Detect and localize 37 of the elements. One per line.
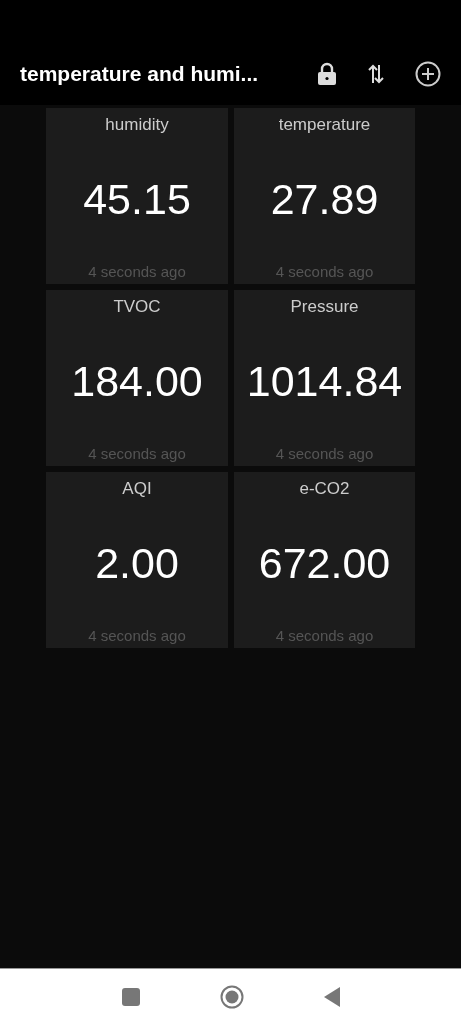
sensor-tile[interactable]: temperature 27.89 4 seconds ago bbox=[234, 108, 415, 284]
home-icon bbox=[219, 984, 244, 1009]
update-time: 4 seconds ago bbox=[88, 262, 186, 280]
tile-value: 1014.84 bbox=[246, 355, 403, 407]
tile-label: temperature bbox=[278, 115, 371, 134]
tile-label: Pressure bbox=[290, 297, 359, 316]
update-time: 4 seconds ago bbox=[275, 262, 374, 280]
sensor-tile[interactable]: e-CO2 672.00 4 seconds ago bbox=[234, 472, 415, 648]
update-time: 4 seconds ago bbox=[88, 444, 186, 462]
app-title: temperature and humi... bbox=[20, 61, 260, 88]
add-icon bbox=[415, 61, 441, 87]
lock-icon bbox=[317, 62, 337, 86]
sensor-tile[interactable]: Pressure 1014.84 4 seconds ago bbox=[234, 290, 415, 466]
square-icon bbox=[121, 987, 140, 1006]
back-icon bbox=[323, 986, 340, 1007]
add-button[interactable] bbox=[415, 61, 441, 87]
tile-value: 672.00 bbox=[258, 537, 391, 589]
sensor-tile[interactable]: TVOC 184.00 4 seconds ago bbox=[46, 290, 228, 466]
tile-label: humidity bbox=[105, 115, 169, 134]
tile-label: e-CO2 bbox=[299, 479, 350, 498]
tile-value: 184.00 bbox=[71, 355, 203, 407]
lock-button[interactable] bbox=[317, 62, 337, 86]
tile-value: 45.15 bbox=[83, 173, 191, 225]
sort-button[interactable] bbox=[367, 63, 385, 85]
tile-value: 27.89 bbox=[270, 173, 379, 225]
update-time: 4 seconds ago bbox=[275, 626, 374, 644]
update-time: 4 seconds ago bbox=[88, 626, 186, 644]
tile-value: 2.00 bbox=[95, 537, 179, 589]
recents-button[interactable] bbox=[121, 987, 140, 1006]
tile-label: AQI bbox=[122, 479, 152, 498]
tile-label: TVOC bbox=[113, 297, 161, 316]
update-time: 4 seconds ago bbox=[275, 444, 374, 462]
sensor-tile[interactable]: AQI 2.00 4 seconds ago bbox=[46, 472, 228, 648]
back-button[interactable] bbox=[323, 986, 340, 1007]
sort-arrows-icon bbox=[367, 63, 385, 85]
sensor-tile[interactable]: humidity 45.15 4 seconds ago bbox=[46, 108, 228, 284]
home-button[interactable] bbox=[219, 984, 244, 1009]
